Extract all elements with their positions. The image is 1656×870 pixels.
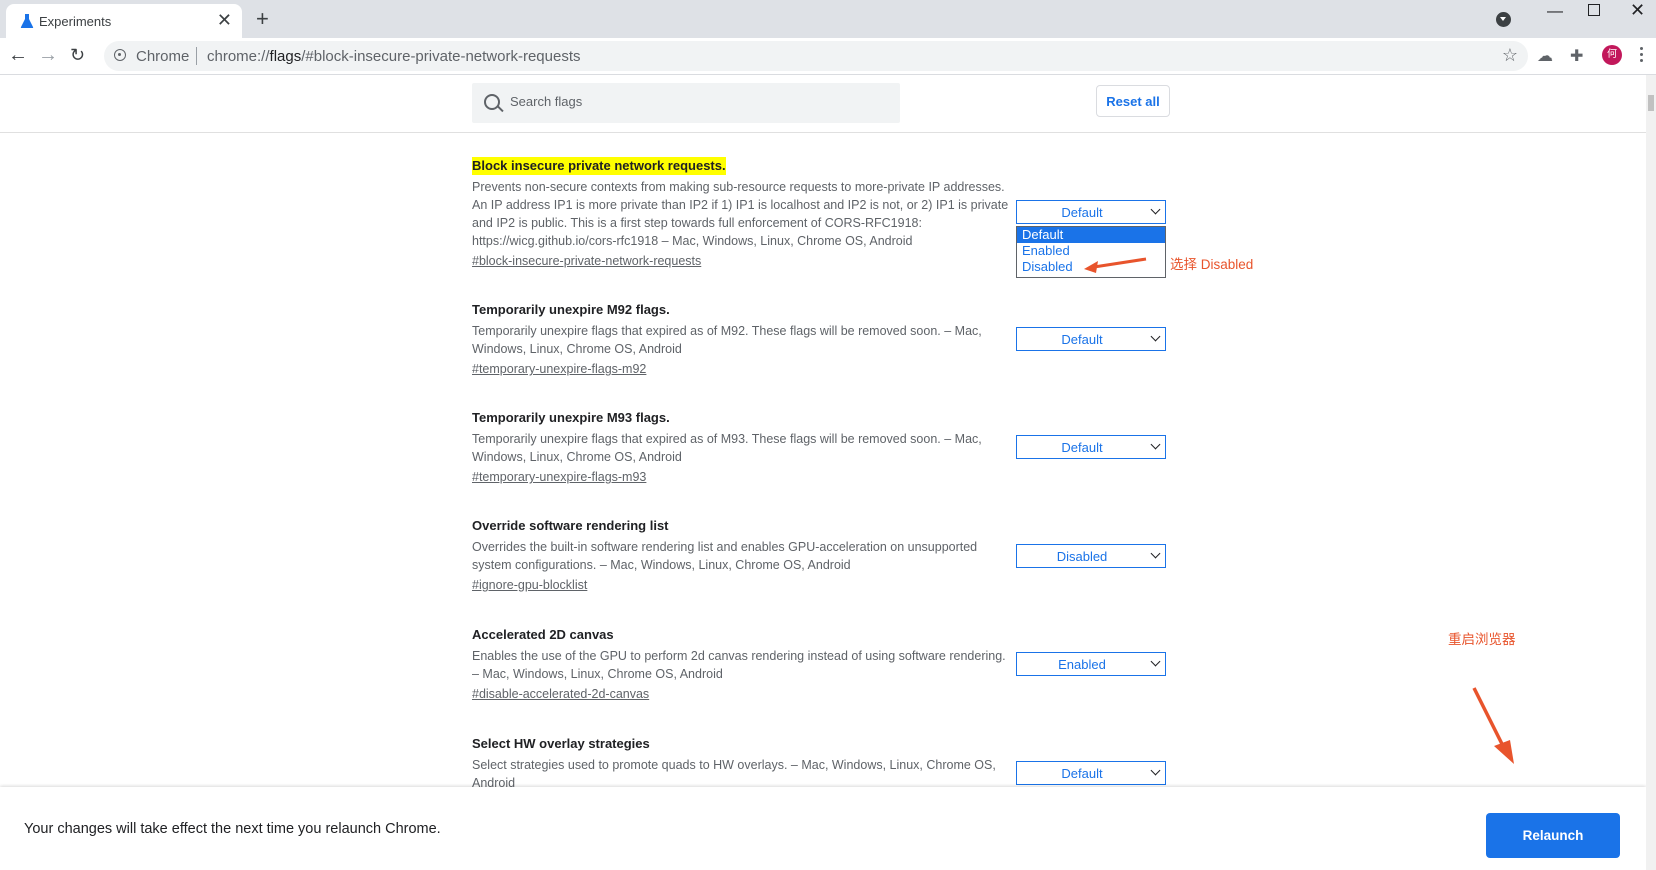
relaunch-bar: Your changes will take effect the next t… — [0, 787, 1646, 870]
tab-close-icon[interactable]: ✕ — [217, 11, 232, 29]
annotation-arrow-left — [1084, 257, 1147, 273]
chevron-down-icon — [1150, 548, 1161, 559]
flag-select-unexpire-m92[interactable]: Default — [1016, 327, 1166, 351]
flag-permalink[interactable]: #disable-accelerated-2d-canvas — [472, 685, 649, 703]
omnibox-divider — [196, 47, 197, 65]
flag-select-accelerated-canvas[interactable]: Enabled — [1016, 652, 1166, 676]
reload-icon[interactable]: ↻ — [70, 44, 85, 66]
search-box[interactable] — [472, 83, 900, 123]
flag-item: Override software rendering list Overrid… — [472, 517, 1012, 594]
relaunch-button[interactable]: Relaunch — [1486, 813, 1620, 858]
extension-cloud-icon[interactable]: ☁ — [1537, 46, 1553, 66]
back-arrow-icon[interactable]: ← — [8, 44, 28, 66]
omnibox-url[interactable]: chrome://flags/#block-insecure-private-n… — [207, 48, 581, 65]
flag-permalink[interactable]: #ignore-gpu-blocklist — [472, 576, 587, 594]
new-tab-button[interactable]: + — [256, 8, 269, 30]
flag-select-block-insecure[interactable]: Default — [1016, 200, 1166, 224]
reset-all-button[interactable]: Reset all — [1096, 85, 1170, 117]
maximize-icon[interactable] — [1588, 4, 1600, 16]
flags-header: Reset all — [0, 75, 1646, 133]
minimize-icon[interactable]: — — [1547, 3, 1563, 21]
search-icon — [484, 94, 500, 110]
flag-permalink[interactable]: #temporary-unexpire-flags-m93 — [472, 468, 646, 486]
extensions-puzzle-icon[interactable]: ✚ — [1570, 46, 1583, 66]
tab-title: Experiments — [39, 14, 112, 29]
tab-search-icon[interactable] — [1496, 12, 1511, 27]
flag-title: Temporarily unexpire M93 flags. — [472, 410, 670, 425]
select-value: Default — [1061, 440, 1103, 455]
chevron-down-icon — [1150, 204, 1161, 215]
flag-description: Temporarily unexpire flags that expired … — [472, 324, 982, 356]
select-value: Default — [1061, 205, 1103, 220]
annotation-choose-disabled: 选择 Disabled — [1170, 257, 1254, 272]
omnibox-site-label: Chrome — [136, 48, 190, 65]
flag-item: Temporarily unexpire M93 flags. Temporar… — [472, 409, 1012, 486]
annotation-arrow-down — [1472, 687, 1514, 764]
bookmark-star-icon[interactable]: ☆ — [1502, 45, 1518, 66]
chevron-down-icon — [1150, 656, 1161, 667]
flag-select-hw-overlay[interactable]: Default — [1016, 761, 1166, 785]
chevron-down-icon — [1150, 439, 1161, 450]
select-value: Default — [1061, 766, 1103, 781]
select-value: Default — [1061, 332, 1103, 347]
flag-description: Prevents non-secure contexts from making… — [472, 180, 1009, 248]
forward-arrow-icon[interactable]: → — [38, 44, 58, 66]
tab-strip: Experiments ✕ + — ✕ — [0, 0, 1656, 38]
address-bar[interactable]: Chrome chrome://flags/#block-insecure-pr… — [104, 41, 1528, 71]
flag-title: Block insecure private network requests. — [472, 157, 726, 175]
select-value: Disabled — [1056, 549, 1108, 564]
flag-select-unexpire-m93[interactable]: Default — [1016, 435, 1166, 459]
flag-select-override-rendering[interactable]: Disabled — [1016, 544, 1166, 568]
page-scrollbar[interactable] — [1646, 75, 1656, 870]
menu-kebab-icon[interactable] — [1640, 45, 1644, 65]
scrollbar-thumb[interactable] — [1648, 95, 1654, 111]
site-info-icon[interactable] — [114, 49, 126, 61]
flag-description: Enables the use of the GPU to perform 2d… — [472, 649, 1006, 681]
relaunch-message: Your changes will take effect the next t… — [24, 821, 441, 837]
flag-item: Accelerated 2D canvas Enables the use of… — [472, 626, 1012, 703]
flag-permalink[interactable]: #temporary-unexpire-flags-m92 — [472, 360, 646, 378]
flask-icon — [20, 14, 34, 28]
flag-title: Override software rendering list — [472, 518, 669, 533]
flag-title: Temporarily unexpire M92 flags. — [472, 302, 670, 317]
flag-item: Temporarily unexpire M92 flags. Temporar… — [472, 301, 1012, 378]
annotation-restart-browser: 重启浏览器 — [1448, 632, 1516, 647]
tab-experiments[interactable]: Experiments ✕ — [6, 4, 242, 38]
flag-title: Accelerated 2D canvas — [472, 627, 614, 642]
window-close-icon[interactable]: ✕ — [1630, 0, 1645, 21]
search-input[interactable] — [508, 93, 892, 110]
chevron-down-icon — [1150, 765, 1161, 776]
chevron-down-icon — [1150, 331, 1161, 342]
flag-permalink[interactable]: #block-insecure-private-network-requests — [472, 252, 701, 270]
option-default[interactable]: Default — [1017, 227, 1165, 243]
flag-title: Select HW overlay strategies — [472, 736, 650, 751]
flag-item: Block insecure private network requests.… — [472, 157, 1012, 270]
flag-description: Overrides the built-in software renderin… — [472, 540, 978, 572]
profile-avatar[interactable]: 何 — [1602, 45, 1622, 65]
select-value: Enabled — [1058, 657, 1106, 672]
flag-description: Temporarily unexpire flags that expired … — [472, 432, 982, 464]
browser-toolbar: ← → ↻ Chrome chrome://flags/#block-insec… — [0, 38, 1656, 75]
flag-item: Select HW overlay strategies Select stra… — [472, 735, 1012, 792]
